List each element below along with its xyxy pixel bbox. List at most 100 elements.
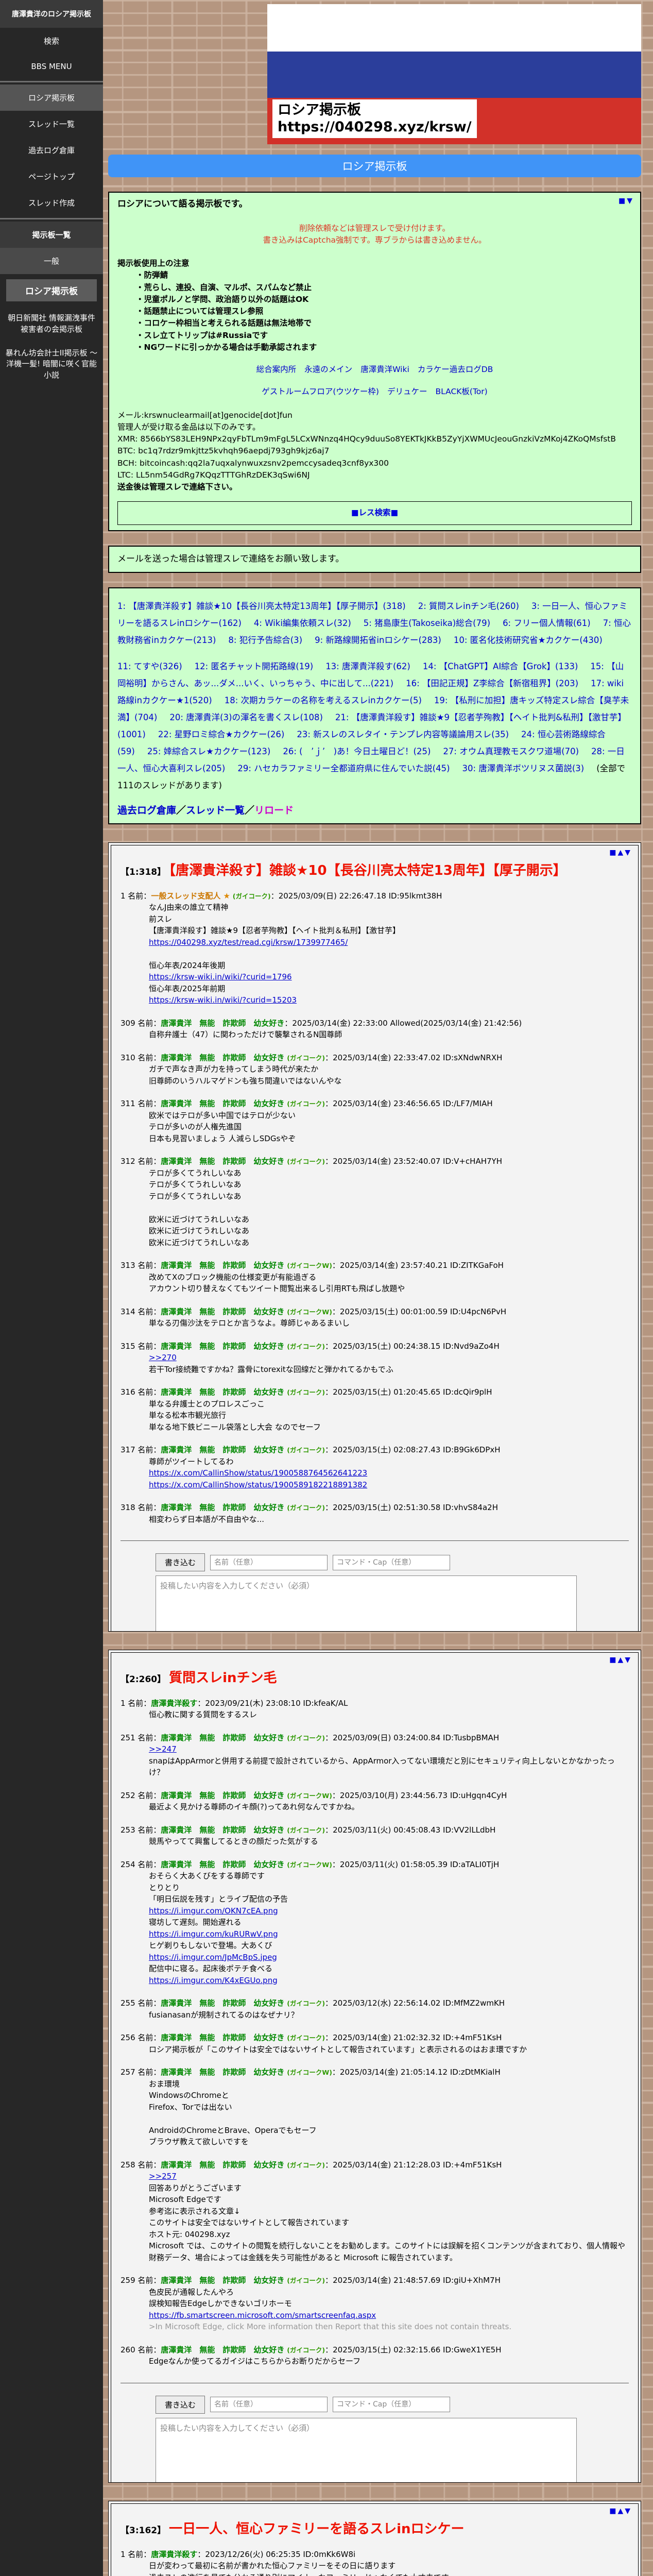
post-link[interactable]: https://i.imgur.com/JpMcBpS.jpeg — [149, 1953, 277, 1962]
post-capcode: (ガイコークW) — [287, 1308, 332, 1316]
thread-list-item-link[interactable]: 25: 婞綜合スレ★カクケー(123) — [147, 747, 270, 756]
anchor-link[interactable]: >>247 — [149, 1744, 177, 1754]
post-capcode: (ガイコーク) — [287, 1388, 325, 1396]
thread-list-item-link[interactable]: 10: 匿名化技術研究省★カクケー(430) — [454, 635, 603, 645]
post: 254 名前：唐澤貴洋 無能 詐欺師 幼女好き (ガイコークW)：2025/03… — [121, 1859, 629, 1987]
sidebar-item-bbs-menu[interactable]: BBS MENU — [0, 54, 103, 79]
thread-nav-icons[interactable]: ■▲▼ — [609, 849, 632, 857]
thread-list-item-link[interactable]: 9: 新路線開拓省inロシケー(283) — [315, 635, 441, 645]
post: 255 名前：唐澤貴洋 無能 詐欺師 幼女好き (ガイコーク)：2025/03/… — [121, 1997, 629, 2021]
thread-nav-icons[interactable]: ■▲▼ — [609, 2507, 632, 2515]
post-link[interactable]: https://i.imgur.com/K4xEGUo.png — [149, 1976, 278, 1985]
name-input[interactable] — [210, 2397, 328, 2412]
post-body-line: 前スレ — [149, 914, 173, 924]
post-capcode: (ガイコーク) — [287, 2034, 325, 2042]
command-cap-input[interactable] — [333, 2397, 451, 2412]
past-log-link[interactable]: 過去ログ倉庫 — [117, 805, 176, 816]
post-body-line: https://i.imgur.com/JpMcBpS.jpeg — [149, 1952, 629, 1963]
post-body-line: 旧尊師のいうハルマゲドンも強ち間違いではないんやな — [149, 1076, 342, 1086]
post-body-line: >>257 — [149, 2171, 629, 2182]
post-header: 317 名前：唐澤貴洋 無能 詐欺師 幼女好き (ガイコーク)：2025/03/… — [121, 1445, 501, 1454]
related-link[interactable]: デリュケー — [387, 387, 427, 396]
related-link[interactable]: カラケー過去ログDB — [418, 365, 493, 374]
post-link[interactable]: https://krsw-wiki.in/wiki/?curid=1796 — [149, 972, 292, 981]
post-link[interactable]: https://i.imgur.com/kuRURwV.png — [149, 1929, 278, 1939]
sidebar-item-thread-list[interactable]: スレッド一覧 — [0, 111, 103, 137]
post-link[interactable]: https://krsw-wiki.in/wiki/?curid=15203 — [149, 995, 297, 1005]
related-link[interactable]: 総合案内所 — [256, 365, 297, 374]
post-link[interactable]: https://040298.xyz/test/read.cgi/krsw/17… — [149, 938, 348, 947]
post-link[interactable]: https://x.com/CallinShow/status/19005887… — [149, 1468, 367, 1478]
reload-link[interactable]: リロード — [254, 805, 294, 816]
name-input[interactable] — [210, 1554, 328, 1570]
post-body-line: テロが多いのが人権先進国 — [149, 1122, 242, 1131]
thread-list-item-link[interactable]: 23: 新スレのスレタイ・テンプレ内容等議論用スレ(35) — [297, 730, 509, 739]
flag-blue-band — [267, 52, 641, 98]
post-body-line: 若干Tor接続難ですかね？露骨にtorexitな回線だと弾かれてるかもでふ — [149, 1364, 393, 1374]
thread-nav-icons[interactable]: ■▲▼ — [609, 1656, 632, 1664]
thread-list-link[interactable]: スレッド一覧 — [186, 805, 245, 816]
thread-list-item-link[interactable]: 29: ハセカラファミリー全都道府県に住んでいた説(45) — [237, 764, 450, 773]
post-body-line: ホスト元: 040298.xyz — [149, 2229, 230, 2239]
reply-form-row: 書き込む — [156, 2395, 629, 2414]
thread-list-item-link[interactable]: 16: 【田記正規】Z李綜合【新宿租界】(203) — [406, 679, 578, 688]
thread-list-item-link[interactable]: 2: 質問スレinチン毛(260) — [418, 601, 519, 611]
post-link[interactable]: https://i.imgur.com/OKN7cEA.png — [149, 1906, 278, 1916]
post-datetime-id: ：2025/03/15(土) 01:20:45.65 ID:dcQir9plH — [325, 1387, 492, 1397]
submit-post-button[interactable]: 書き込む — [156, 1553, 205, 1571]
sidebar-item-past-log[interactable]: 過去ログ倉庫 — [0, 137, 103, 163]
post-body-textarea[interactable] — [156, 1575, 577, 1631]
post-author-name: 唐澤貴洋 無能 詐欺師 幼女好き — [161, 2067, 285, 2077]
sidebar-boards-header: 掲示板一覧 — [0, 222, 103, 248]
thread-list-item-link[interactable]: 30: 唐澤貴洋ボツリヌス菌説(3) — [462, 764, 585, 773]
post-datetime-id: ：2025/03/15(土) 02:08:27.43 ID:B9Gk6DPxH — [325, 1445, 501, 1454]
thread-list-item-link[interactable]: 18: 次期カラケーの名称を考えるスレinカクケー(5) — [225, 696, 422, 705]
post-body-line: 寝坊して遅刻。開始遅れる — [149, 1918, 242, 1927]
post-author-name: 唐澤貴洋 無能 詐欺師 幼女好き — [161, 1825, 285, 1835]
thread-list-item-link[interactable]: 12: 匿名チャット開拓路線(19) — [195, 662, 314, 671]
submit-post-button[interactable]: 書き込む — [156, 2395, 205, 2414]
thread-list-item-link[interactable]: 22: 星野ロミ綜合★カクケー(26) — [158, 730, 284, 739]
post-datetime-id: ：2025/03/14(金) 21:02:32.32 ID:+4mF51KsH — [325, 2033, 502, 2042]
thread-list-item-link[interactable]: 11: てすや(326) — [117, 662, 182, 671]
post-body-textarea[interactable] — [156, 2417, 577, 2482]
thread-list-item-link[interactable]: 13: 唐澤貴洋殺す(62) — [325, 662, 410, 671]
usage-notice-item: ・荒らし、連投、自演、マルポ、スパムなど禁止 — [136, 282, 312, 292]
anchor-link[interactable]: >>270 — [149, 1353, 177, 1362]
post-header: 252 名前：唐澤貴洋 無能 詐欺師 幼女好き (ガイコークW)：2025/03… — [121, 1790, 507, 1800]
res-search-link[interactable]: ■レス検索■ — [351, 508, 398, 517]
post-link[interactable]: https://x.com/CallinShow/status/19005891… — [149, 1480, 367, 1489]
flag-board-label: ロシア掲示板 https://040298.xyz/krsw/ — [272, 99, 477, 138]
sidebar-board-russia[interactable]: ロシア掲示板 — [6, 279, 97, 301]
thread-list-item-link[interactable]: 8: 犯行予告綜合(3) — [228, 635, 302, 645]
thread-list-item-link[interactable]: 6: フリー個人情報(61) — [503, 618, 591, 628]
sidebar-item-create-thread[interactable]: スレッド作成 — [0, 190, 103, 216]
thread-list-item-link[interactable]: 26: ( ’ｊ’ )あ！今日土曜日ど！(25) — [283, 747, 431, 756]
post-body-line: >In Microsoft Edge, click More informati… — [149, 2322, 512, 2331]
sidebar-item-search[interactable]: 検索 — [0, 28, 103, 54]
sidebar-item-page-top[interactable]: ページトップ — [0, 163, 103, 190]
post-link[interactable]: https://fb.smartscreen.microsoft.com/sma… — [149, 2311, 376, 2320]
thread-list-item-link[interactable]: 27: オウム真理教モスクワ道場(70) — [443, 747, 579, 756]
post: 253 名前：唐澤貴洋 無能 詐欺師 幼女好き (ガイコーク)：2025/03/… — [121, 1824, 629, 1848]
post-body-line: >>247 — [149, 1743, 629, 1755]
post: 310 名前：唐澤貴洋 無能 詐欺師 幼女好き (ガイコーク)：2025/03/… — [121, 1052, 629, 1087]
thread-list-item-link[interactable]: 20: 唐澤貴洋(3)の渾名を書くスレ(108) — [169, 713, 323, 722]
related-link[interactable]: BLACK板(Tor) — [435, 387, 487, 396]
thread-number-count: 【2:260】 — [121, 1674, 166, 1685]
sidebar-board-asahi[interactable]: 朝日新聞社 情報漏洩事件 被害者の会掲示板 — [0, 307, 103, 342]
sidebar-board-abarenbo[interactable]: 暴れん坊会計士II掲示板 ～洋機一髪! 暗闇に咲く官能小説 — [0, 342, 103, 387]
command-cap-input[interactable] — [333, 1554, 451, 1570]
thread-list-item-link[interactable]: 4: Wiki編集依頼スレ(32) — [254, 618, 351, 628]
anchor-link[interactable]: >>257 — [149, 2172, 177, 2181]
related-link[interactable]: 唐澤貴洋Wiki — [360, 365, 409, 374]
related-link[interactable]: ゲストルームフロア(ウツケー枠) — [262, 387, 379, 396]
related-link[interactable]: 永遠のメイン — [304, 365, 352, 374]
thread-list-item-link[interactable]: 1: 【唐澤貴洋殺す】雑談★10【長谷川亮太特定13周年】【厚子開示】(318) — [117, 601, 406, 611]
admin-mail: メール:krswnuclearmail[at]genocide[dot]fun — [117, 410, 293, 420]
post-header: 253 名前：唐澤貴洋 無能 詐欺師 幼女好き (ガイコーク)：2025/03/… — [121, 1825, 496, 1835]
thread-list-item-link[interactable]: 14: 【ChatGPT】AI綜合【Grok】(133) — [423, 662, 578, 671]
thread-list-item-link[interactable]: 5: 猪島康生(Takoseika)総合(79) — [364, 618, 490, 628]
intro-nav-icons[interactable]: ■▼ — [618, 196, 634, 207]
sidebar-item-russia-board-active[interactable]: ロシア掲示板 — [0, 84, 103, 111]
